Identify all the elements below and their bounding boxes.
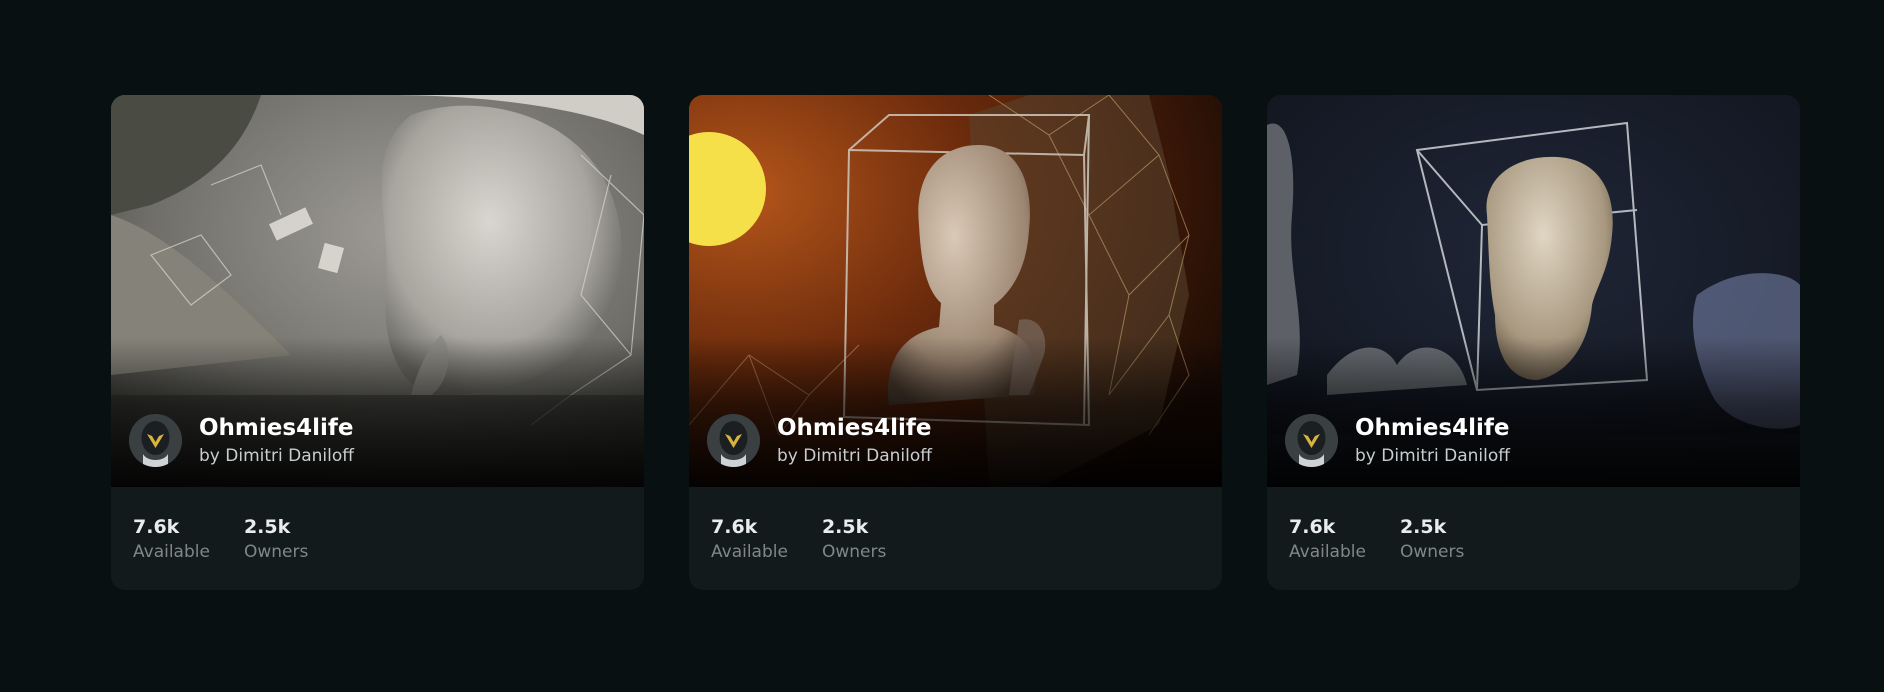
creator-byline[interactable]: by Dimitri Daniloff	[1355, 446, 1510, 466]
stat-value: 2.5k	[821, 516, 869, 538]
stat-value: 7.6k	[1289, 516, 1336, 538]
creator-names: Ohmies4life by Dimitri Daniloff	[199, 415, 354, 466]
card-stats: 7.6k Available 2.5k Owners	[689, 487, 1222, 562]
stat-value: 2.5k	[1399, 516, 1447, 538]
stat-label: Available	[711, 542, 788, 562]
creator-byline[interactable]: by Dimitri Daniloff	[199, 446, 354, 466]
nft-card[interactable]: Ohmies4life by Dimitri Daniloff 7.6k Ava…	[111, 95, 644, 590]
creator-byline[interactable]: by Dimitri Daniloff	[777, 446, 932, 466]
stat-owners: 2.5k Owners	[244, 516, 308, 562]
stat-value: 7.6k	[133, 516, 180, 538]
stat-owners: 2.5k Owners	[1400, 516, 1464, 562]
card-stats: 7.6k Available 2.5k Owners	[111, 487, 644, 562]
creator-avatar[interactable]	[129, 414, 182, 467]
nft-artwork[interactable]: Ohmies4life by Dimitri Daniloff	[111, 95, 644, 487]
nft-artwork[interactable]: Ohmies4life by Dimitri Daniloff	[1267, 95, 1800, 487]
stat-label: Available	[133, 542, 210, 562]
stat-available: 7.6k Available	[133, 516, 210, 562]
creator-info[interactable]: Ohmies4life by Dimitri Daniloff	[707, 414, 932, 467]
creator-info[interactable]: Ohmies4life by Dimitri Daniloff	[1285, 414, 1510, 467]
collection-title[interactable]: Ohmies4life	[199, 415, 354, 441]
stat-label: Owners	[821, 542, 887, 562]
stat-label: Owners	[243, 542, 309, 562]
stat-label: Owners	[1399, 542, 1465, 562]
nft-card[interactable]: Ohmies4life by Dimitri Daniloff 7.6k Ava…	[689, 95, 1222, 590]
stat-label: Available	[1289, 542, 1366, 562]
stat-available: 7.6k Available	[1289, 516, 1366, 562]
stat-value: 7.6k	[711, 516, 758, 538]
nft-card-grid: Ohmies4life by Dimitri Daniloff 7.6k Ava…	[111, 95, 1800, 590]
stat-available: 7.6k Available	[711, 516, 788, 562]
nft-card[interactable]: Ohmies4life by Dimitri Daniloff 7.6k Ava…	[1267, 95, 1800, 590]
collection-title[interactable]: Ohmies4life	[777, 415, 932, 441]
creator-avatar[interactable]	[1285, 414, 1338, 467]
nft-artwork[interactable]: Ohmies4life by Dimitri Daniloff	[689, 95, 1222, 487]
creator-info[interactable]: Ohmies4life by Dimitri Daniloff	[129, 414, 354, 467]
stat-value: 2.5k	[243, 516, 291, 538]
collection-title[interactable]: Ohmies4life	[1355, 415, 1510, 441]
card-stats: 7.6k Available 2.5k Owners	[1267, 487, 1800, 562]
creator-names: Ohmies4life by Dimitri Daniloff	[1355, 415, 1510, 466]
stat-owners: 2.5k Owners	[822, 516, 886, 562]
creator-avatar[interactable]	[707, 414, 760, 467]
creator-names: Ohmies4life by Dimitri Daniloff	[777, 415, 932, 466]
